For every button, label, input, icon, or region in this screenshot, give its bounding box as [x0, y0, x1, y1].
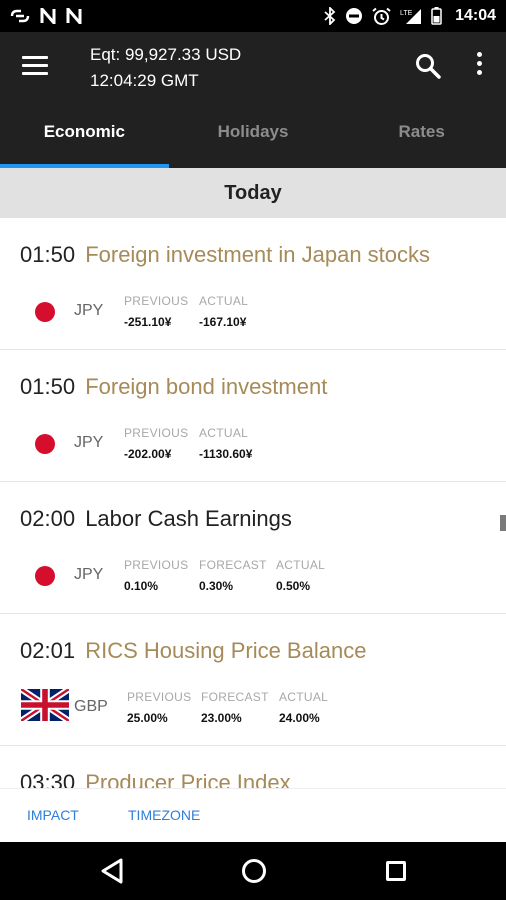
list-item[interactable]: 02:01 RICS Housing Price Balance GBP PRE…: [0, 614, 506, 746]
metric-label: FORECAST: [201, 690, 269, 704]
metric-label: ACTUAL: [199, 294, 249, 308]
metric-label: FORECAST: [199, 558, 267, 572]
account-info: Eqt: 99,927.33 USD 12:04:29 GMT: [90, 42, 241, 94]
event-name: RICS Housing Price Balance: [85, 638, 367, 663]
bottom-action-bar: IMPACT TIMEZONE: [0, 788, 506, 842]
equity-label: Eqt: 99,927.33 USD: [90, 45, 242, 64]
metric-actual: ACTUAL 24.00%: [279, 690, 328, 725]
metric-label: ACTUAL: [276, 558, 326, 572]
metric-label: PREVIOUS: [127, 690, 192, 704]
metric-value: -251.10¥: [124, 315, 172, 329]
menu-icon[interactable]: [22, 56, 48, 76]
metric-value: 0.30%: [199, 579, 234, 593]
list-item[interactable]: 01:50 Foreign bond investment JPY PREVIO…: [0, 350, 506, 482]
metric-value: -202.00¥: [124, 447, 172, 461]
home-icon[interactable]: [242, 859, 266, 883]
overflow-menu-icon[interactable]: [468, 52, 490, 80]
metric-previous: PREVIOUS 0.10%: [124, 558, 188, 593]
event-time: 02:00: [20, 506, 76, 531]
tab-economic[interactable]: Economic: [0, 100, 169, 168]
tab-rates[interactable]: Rates: [337, 100, 506, 168]
server-time-label: 12:04:29 GMT: [90, 71, 199, 90]
bluetooth-icon: [324, 7, 336, 25]
metric-value: 0.10%: [124, 579, 159, 593]
notification-n-icon: [40, 8, 56, 24]
do-not-disturb-icon: [346, 8, 363, 24]
event-time: 01:50: [20, 374, 76, 399]
metric-forecast: FORECAST 0.30%: [199, 558, 267, 593]
system-nav-bar: [0, 842, 506, 900]
lte-signal-icon: LTE: [400, 9, 422, 24]
japan-flag-icon: [35, 566, 55, 586]
metric-value: 23.00%: [201, 711, 242, 725]
list-item[interactable]: 02:00 Labor Cash Earnings JPY PREVIOUS 0…: [0, 482, 506, 614]
link-icon: [10, 9, 30, 23]
currency-code: GBP: [74, 698, 108, 715]
japan-flag-icon: [35, 434, 55, 454]
metric-actual: ACTUAL -167.10¥: [199, 294, 248, 329]
event-list[interactable]: 01:50 Foreign investment in Japan stocks…: [0, 218, 506, 788]
metric-previous: PREVIOUS -251.10¥: [124, 294, 188, 329]
metric-label: PREVIOUS: [124, 294, 189, 308]
metric-forecast: FORECAST 23.00%: [201, 690, 269, 725]
metric-value: 24.00%: [279, 711, 320, 725]
list-item[interactable]: 01:50 Foreign investment in Japan stocks…: [0, 218, 506, 350]
impact-button[interactable]: IMPACT: [27, 807, 79, 823]
day-header: Today: [0, 168, 506, 218]
currency-code: JPY: [74, 566, 104, 583]
japan-flag-icon: [35, 302, 55, 322]
event-time: 02:01: [20, 638, 76, 663]
metric-label: ACTUAL: [279, 690, 329, 704]
status-right-icons: LTE 14:04: [324, 7, 496, 26]
metric-value: 0.50%: [276, 579, 311, 593]
metric-label: PREVIOUS: [124, 558, 189, 572]
app-bar: Eqt: 99,927.33 USD 12:04:29 GMT: [0, 32, 506, 100]
currency-code: JPY: [74, 434, 104, 451]
status-left-icons: [10, 8, 82, 24]
currency-code: JPY: [74, 302, 104, 319]
event-title: 02:00 Labor Cash Earnings: [20, 506, 292, 532]
metric-previous: PREVIOUS -202.00¥: [124, 426, 188, 461]
metric-value: 25.00%: [127, 711, 168, 725]
scrollbar-thumb[interactable]: [500, 515, 506, 531]
event-name: Foreign investment in Japan stocks: [85, 242, 431, 267]
event-title: 03:30 Producer Price Index: [20, 770, 291, 788]
metric-value: -167.10¥: [199, 315, 247, 329]
list-item[interactable]: 03:30 Producer Price Index: [0, 746, 506, 788]
notification-n-icon: [66, 8, 82, 24]
event-time: 01:50: [20, 242, 76, 267]
battery-icon: [431, 7, 442, 25]
event-title: 01:50 Foreign bond investment: [20, 374, 327, 400]
back-icon[interactable]: [100, 858, 124, 884]
metric-actual: ACTUAL -1130.60¥: [199, 426, 252, 461]
tab-holidays[interactable]: Holidays: [169, 100, 338, 168]
tab-bar: Economic Holidays Rates: [0, 100, 506, 168]
timezone-button[interactable]: TIMEZONE: [128, 807, 200, 823]
event-title: 02:01 RICS Housing Price Balance: [20, 638, 366, 664]
search-icon[interactable]: [414, 52, 442, 80]
metric-value: -1130.60¥: [199, 447, 253, 461]
event-name: Foreign bond investment: [85, 374, 328, 399]
alarm-icon: [372, 7, 391, 25]
metric-previous: PREVIOUS 25.00%: [127, 690, 191, 725]
event-time: 03:30: [20, 770, 76, 788]
event-name: Producer Price Index: [85, 770, 291, 788]
metric-actual: ACTUAL 0.50%: [276, 558, 325, 593]
metric-label: PREVIOUS: [124, 426, 189, 440]
status-time: 14:04: [455, 7, 496, 24]
event-name: Labor Cash Earnings: [85, 506, 292, 531]
recent-apps-icon[interactable]: [386, 861, 406, 881]
svg-text:LTE: LTE: [400, 10, 413, 17]
uk-flag-icon: [21, 689, 69, 721]
metric-label: ACTUAL: [199, 426, 249, 440]
status-bar: LTE 14:04: [0, 0, 506, 32]
event-title: 01:50 Foreign investment in Japan stocks: [20, 242, 430, 268]
